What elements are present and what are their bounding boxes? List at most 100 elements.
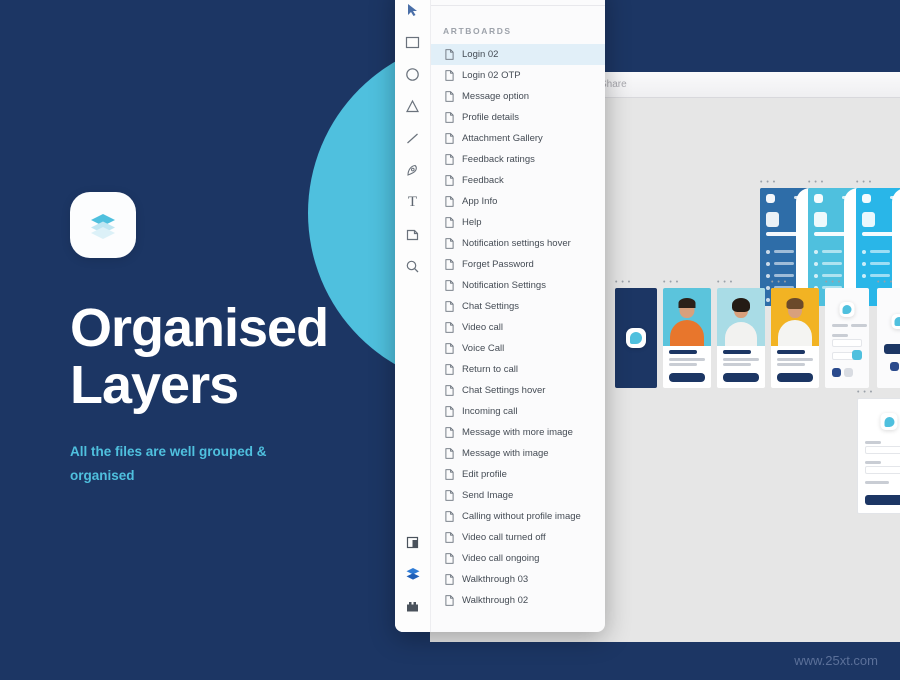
file-icon bbox=[445, 385, 454, 396]
file-icon bbox=[445, 280, 454, 291]
cursor-tool[interactable] bbox=[399, 0, 427, 26]
artboard-row[interactable]: App Info bbox=[431, 191, 605, 212]
artboard-row-label: Message with more image bbox=[462, 427, 573, 438]
artboard-row[interactable]: Video call bbox=[431, 317, 605, 338]
artboard-row-label: Login 02 OTP bbox=[462, 70, 521, 81]
artboard-row-label: Message option bbox=[462, 91, 530, 102]
file-icon bbox=[445, 406, 454, 417]
app-logo-badge bbox=[70, 192, 136, 258]
zoom-tool[interactable] bbox=[399, 250, 427, 282]
artboard-thumb-login-2[interactable] bbox=[877, 288, 900, 388]
artboard-row[interactable]: Message with more image bbox=[431, 422, 605, 443]
file-icon bbox=[445, 133, 454, 144]
artboard-row-label: Send Image bbox=[462, 490, 514, 501]
file-icon bbox=[445, 427, 454, 438]
artboard-dots: • • • bbox=[877, 279, 894, 286]
artboard-row[interactable]: Message with image bbox=[431, 443, 605, 464]
artboard-row-label: Message with image bbox=[462, 448, 549, 459]
artboard-row[interactable]: Video call ongoing bbox=[431, 548, 605, 569]
artboard-row[interactable]: Voice Call bbox=[431, 338, 605, 359]
artboard-row[interactable]: Calling without profile image bbox=[431, 506, 605, 527]
artboard-thumb-splash[interactable] bbox=[615, 288, 657, 388]
layers-panel: T ARTBOARDS Login 02 Login 02 OTP Messag… bbox=[395, 0, 605, 632]
artboard-thumb-walkthrough-1[interactable] bbox=[663, 288, 711, 388]
artboard-row[interactable]: Return to call bbox=[431, 359, 605, 380]
ellipse-tool[interactable] bbox=[399, 58, 427, 90]
artboard-row-label: Walkthrough 02 bbox=[462, 595, 529, 606]
artboard-row-label: App Info bbox=[462, 196, 498, 207]
artboard-row[interactable]: Edit profile bbox=[431, 464, 605, 485]
artboard-row-label: Edit profile bbox=[462, 469, 507, 480]
artboard-row[interactable]: Chat Settings bbox=[431, 296, 605, 317]
file-icon bbox=[445, 112, 454, 123]
artboard-row[interactable]: Feedback bbox=[431, 170, 605, 191]
artboard-dots: • • • bbox=[771, 279, 788, 286]
artboard-rows: Login 02 Login 02 OTP Message option Profil… bbox=[431, 44, 605, 632]
line-tool[interactable] bbox=[399, 122, 427, 154]
file-icon bbox=[445, 259, 454, 270]
file-icon bbox=[445, 553, 454, 564]
artboard-row-label: Return to call bbox=[462, 364, 518, 375]
promo-panel: Organised Layers All the files are well … bbox=[0, 0, 400, 680]
rectangle-tool[interactable] bbox=[399, 26, 427, 58]
artboard-thumb-login-detail[interactable] bbox=[857, 398, 900, 514]
artboard-row[interactable]: Help bbox=[431, 212, 605, 233]
artboard-thumb-walkthrough-3[interactable] bbox=[771, 288, 819, 388]
text-icon: T bbox=[407, 193, 418, 210]
layers-tool[interactable] bbox=[399, 558, 427, 590]
file-icon bbox=[445, 595, 454, 606]
artboard-row-label: Feedback ratings bbox=[462, 154, 535, 165]
file-icon bbox=[445, 70, 454, 81]
artboard-thumb-walkthrough-2[interactable] bbox=[717, 288, 765, 388]
artboard-row-label: Feedback bbox=[462, 175, 504, 186]
artboard-tool[interactable] bbox=[399, 218, 427, 250]
artboard-row[interactable]: Forget Password bbox=[431, 254, 605, 275]
file-icon bbox=[445, 91, 454, 102]
text-tool[interactable]: T bbox=[399, 186, 427, 218]
artboard-row[interactable]: Login 02 bbox=[431, 44, 605, 65]
artboard-row[interactable]: Video call turned off bbox=[431, 527, 605, 548]
artboard-row-label: Voice Call bbox=[462, 343, 505, 354]
line-icon bbox=[407, 133, 418, 143]
artboard-row[interactable]: Send Image bbox=[431, 485, 605, 506]
ellipse-icon bbox=[406, 67, 419, 81]
artboard-row[interactable]: Incoming call bbox=[431, 401, 605, 422]
artboard-row[interactable]: Login 02 OTP bbox=[431, 65, 605, 86]
file-icon bbox=[445, 238, 454, 249]
file-icon bbox=[445, 196, 454, 207]
pages-tool[interactable] bbox=[399, 526, 427, 558]
file-icon bbox=[445, 532, 454, 543]
file-icon bbox=[445, 217, 454, 228]
artboard-row[interactable]: Attachment Gallery bbox=[431, 128, 605, 149]
file-icon bbox=[445, 364, 454, 375]
file-icon bbox=[445, 574, 454, 585]
page-icon bbox=[406, 536, 419, 548]
artboard-row[interactable]: Feedback ratings bbox=[431, 149, 605, 170]
artboard-row-label: Notification Settings bbox=[462, 280, 546, 291]
page-subtitle: All the files are well grouped & organis… bbox=[70, 444, 267, 484]
artboard-dots: • • • bbox=[856, 179, 873, 186]
artboard-row[interactable]: Notification settings hover bbox=[431, 233, 605, 254]
artboard-row-label: Incoming call bbox=[462, 406, 518, 417]
artboard-row[interactable]: Notification Settings bbox=[431, 275, 605, 296]
watermark: www.25xt.com bbox=[794, 653, 878, 668]
section-label-artboards: ARTBOARDS bbox=[443, 26, 512, 36]
triangle-icon bbox=[406, 99, 419, 112]
artboard-icon bbox=[406, 229, 419, 240]
pen-tool[interactable] bbox=[399, 154, 427, 186]
components-icon bbox=[407, 601, 418, 611]
magnifier-icon bbox=[406, 260, 419, 272]
components-tool[interactable] bbox=[399, 590, 427, 622]
artboard-dots: • • • bbox=[615, 279, 632, 286]
artboard-row[interactable]: Message option bbox=[431, 86, 605, 107]
artboard-row[interactable]: Walkthrough 03 bbox=[431, 569, 605, 590]
artboard-row[interactable]: Chat Settings hover bbox=[431, 380, 605, 401]
triangle-tool[interactable] bbox=[399, 90, 427, 122]
artboard-row-label: Calling without profile image bbox=[462, 511, 581, 522]
artboard-thumb-login-1[interactable] bbox=[825, 288, 869, 388]
artboard-row[interactable]: Profile details bbox=[431, 107, 605, 128]
artboard-row-label: Walkthrough 03 bbox=[462, 574, 529, 585]
artboard-row[interactable]: Walkthrough 02 bbox=[431, 590, 605, 611]
artboard-row-label: Help bbox=[462, 217, 482, 228]
artboard-dots: • • • bbox=[760, 179, 777, 186]
